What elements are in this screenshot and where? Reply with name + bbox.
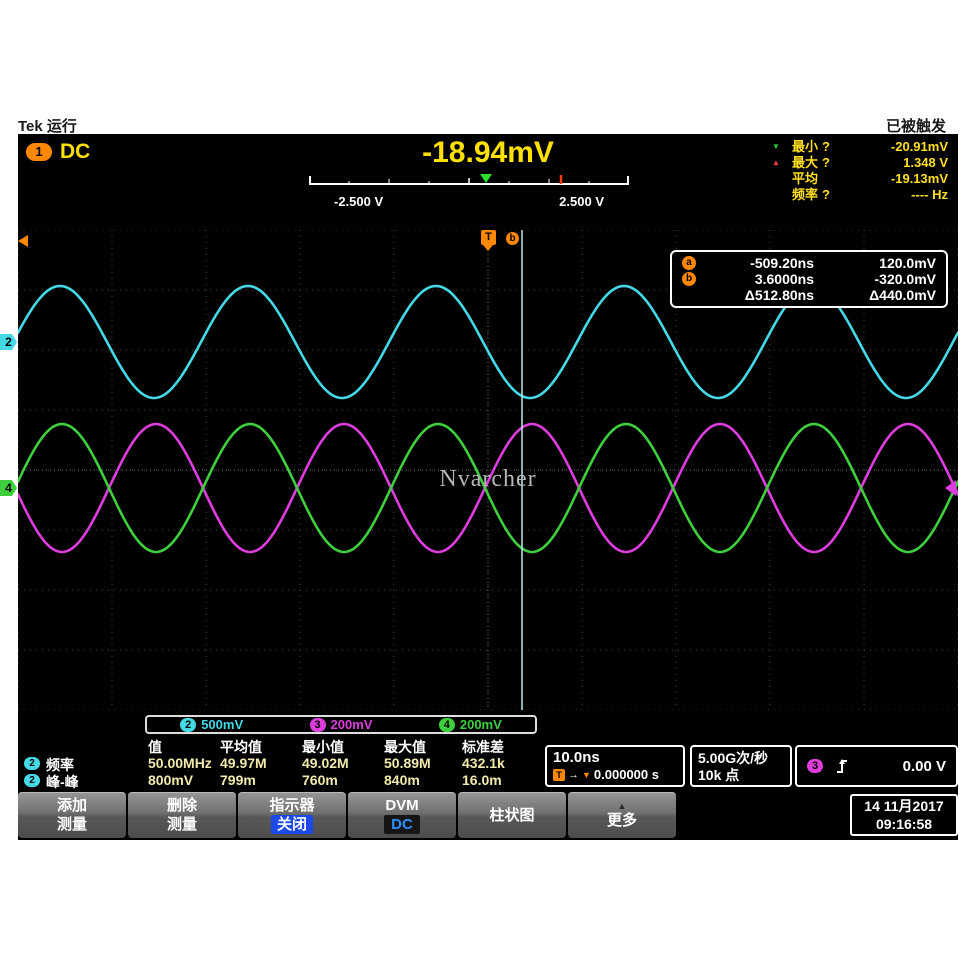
brand-logo: Tek	[18, 118, 43, 135]
meas-value: 840m	[384, 772, 420, 788]
rising-edge-icon	[837, 759, 847, 773]
dvm-stats: ▼ 最小 ? -20.91mV ▲ 最大 ? 1.348 V 平均 -19.13…	[770, 139, 948, 203]
trigger-box: 3 0.00 V	[795, 745, 958, 787]
menu-button-add-measurement[interactable]: 添加 测量	[18, 792, 126, 838]
dvm-stat-min: ▼ 最小 ? -20.91mV	[770, 139, 948, 155]
meas-header: 最大值	[384, 739, 426, 755]
cursor-delta-row: Δ512.80ns Δ440.0mV	[744, 287, 936, 303]
time-text: 09:16:58	[875, 816, 933, 832]
more-up-icon: ▲	[617, 800, 627, 811]
min-marker-icon: ▼	[772, 142, 780, 151]
sample-rate: 5.00G次/秒	[698, 750, 769, 766]
meas-value: 760m	[302, 772, 338, 788]
trigger-level-readout: 0.00 V	[902, 757, 946, 775]
dvm-scale-svg	[309, 174, 629, 185]
dvm-scale-min: -2.500 V	[334, 194, 384, 209]
meas-value: 799m	[220, 772, 256, 788]
meas-value: 800mV	[148, 772, 194, 788]
dvm-value: -18.94mV	[422, 136, 554, 169]
cursor-b-row: b 3.6000ns -320.0mV	[682, 271, 936, 287]
channel-4-badge: 4	[438, 717, 455, 732]
dvm-stat-mean: 平均 -19.13mV	[791, 171, 948, 186]
cursor-b-badge: b	[682, 272, 696, 286]
dvm-scale-max: 2.500 V	[559, 194, 604, 209]
status-bar: Tek 运行 已被触发	[18, 115, 946, 136]
trigger-level-icon[interactable]	[945, 480, 956, 496]
trigger-status: 已被触发	[885, 118, 946, 135]
arrow-icon: →	[568, 769, 579, 781]
waveform-area: T b Nvarcher a -509.20ns 120.0mV b 3.600…	[16, 229, 960, 711]
trigger-position-stem-icon	[483, 245, 493, 251]
scope-screen: 1 DC -18.94mV -2.500 V 2.500 V ▼ 最小 ? -2…	[16, 134, 960, 840]
meas-header: 最小值	[302, 739, 344, 755]
meas-value: 49.02M	[302, 755, 349, 771]
channel-2-marker[interactable]: 2	[0, 334, 17, 350]
meas-value: 50.89M	[384, 755, 431, 771]
date-text: 14 11月2017	[864, 798, 944, 814]
measurement-table: 值 平均值 最小值 最大值 标准差 2 频率 50.00MHz 49.97M 4…	[18, 737, 548, 792]
meas-row-channel-badge: 2	[24, 757, 40, 770]
dvm-scale-labels: -2.500 V 2.500 V	[308, 194, 630, 209]
channel-1-badge: 1	[26, 143, 52, 161]
cursor-a-badge: a	[682, 256, 696, 270]
menu-button-indicator[interactable]: 指示器 关闭	[238, 792, 346, 838]
oscilloscope-screenshot: Tek 运行 已被触发 1 DC -18.94mV -2.500 V 2.500…	[0, 0, 960, 960]
watermark: Nvarcher	[439, 466, 537, 492]
acquisition-box: 5.00G次/秒 10k 点	[690, 745, 792, 787]
channel-2-badge: 2	[180, 717, 197, 732]
brand-run-status: Tek 运行	[18, 115, 77, 136]
indicator-off-chip: 关闭	[270, 815, 313, 834]
datetime-box: 14 11月2017 09:16:58	[850, 794, 958, 836]
dvm-coupling: DC	[60, 140, 91, 163]
channel-2-scale: 2 500mV	[180, 717, 243, 732]
meas-value: 432.1k	[462, 755, 505, 771]
channel-scale-bar: 2 500mV 3 200mV 4 200mV	[145, 715, 537, 734]
meas-value: 50.00MHz	[148, 755, 212, 771]
menu-button-dvm[interactable]: DVM DC	[348, 792, 456, 838]
run-status: 运行	[46, 118, 77, 135]
channel-4-scale: 4 200mV	[438, 717, 502, 732]
trigger-position-icon[interactable]: T	[481, 230, 496, 245]
meas-value: 49.97M	[220, 755, 267, 771]
trigger-source-badge: 3	[807, 759, 823, 773]
cursor-a-row: a -509.20ns 120.0mV	[682, 255, 936, 271]
meas-header: 标准差	[462, 739, 504, 755]
cursor-readout: a -509.20ns 120.0mV b 3.6000ns -320.0mV …	[670, 250, 948, 308]
channel-3-badge: 3	[309, 717, 326, 732]
dvm-stat-freq: 频率 ? ---- Hz	[791, 187, 948, 202]
dvm-stat-max: ▲ 最大 ? 1.348 V	[770, 155, 948, 171]
cursor-a-offscreen-icon[interactable]	[18, 235, 28, 247]
channel-3-scale: 3 200mV	[309, 717, 372, 732]
dvm-dc-chip: DC	[384, 815, 420, 834]
meas-row-name: 峰-峰	[46, 774, 79, 790]
horizontal-box: 10.0ns T → ▼ 0.000000 s	[545, 745, 685, 787]
down-triangle-icon: ▼	[582, 770, 591, 780]
max-marker-icon: ▲	[772, 158, 780, 167]
trigger-t-icon: T	[553, 769, 565, 781]
dvm-scale: -2.500 V 2.500 V	[308, 174, 630, 209]
meas-header: 值	[148, 739, 162, 755]
channel-4-marker[interactable]: 4	[0, 480, 17, 496]
meas-row-channel-badge: 2	[24, 774, 40, 787]
meas-value: 16.0m	[462, 772, 502, 788]
timebase-readout: 10.0ns	[553, 749, 600, 766]
record-length: 10k 点	[698, 767, 740, 783]
menu-button-delete-measurement[interactable]: 删除 测量	[128, 792, 236, 838]
menu-button-more[interactable]: ▲ 更多	[568, 792, 676, 838]
cursor-b-label[interactable]: b	[506, 232, 519, 245]
menu-button-histogram[interactable]: 柱状图	[458, 792, 566, 838]
dvm-value-pointer-icon	[480, 174, 492, 183]
meas-header: 平均值	[220, 739, 262, 755]
trigger-position-readout: T → ▼ 0.000000 s	[553, 767, 677, 783]
